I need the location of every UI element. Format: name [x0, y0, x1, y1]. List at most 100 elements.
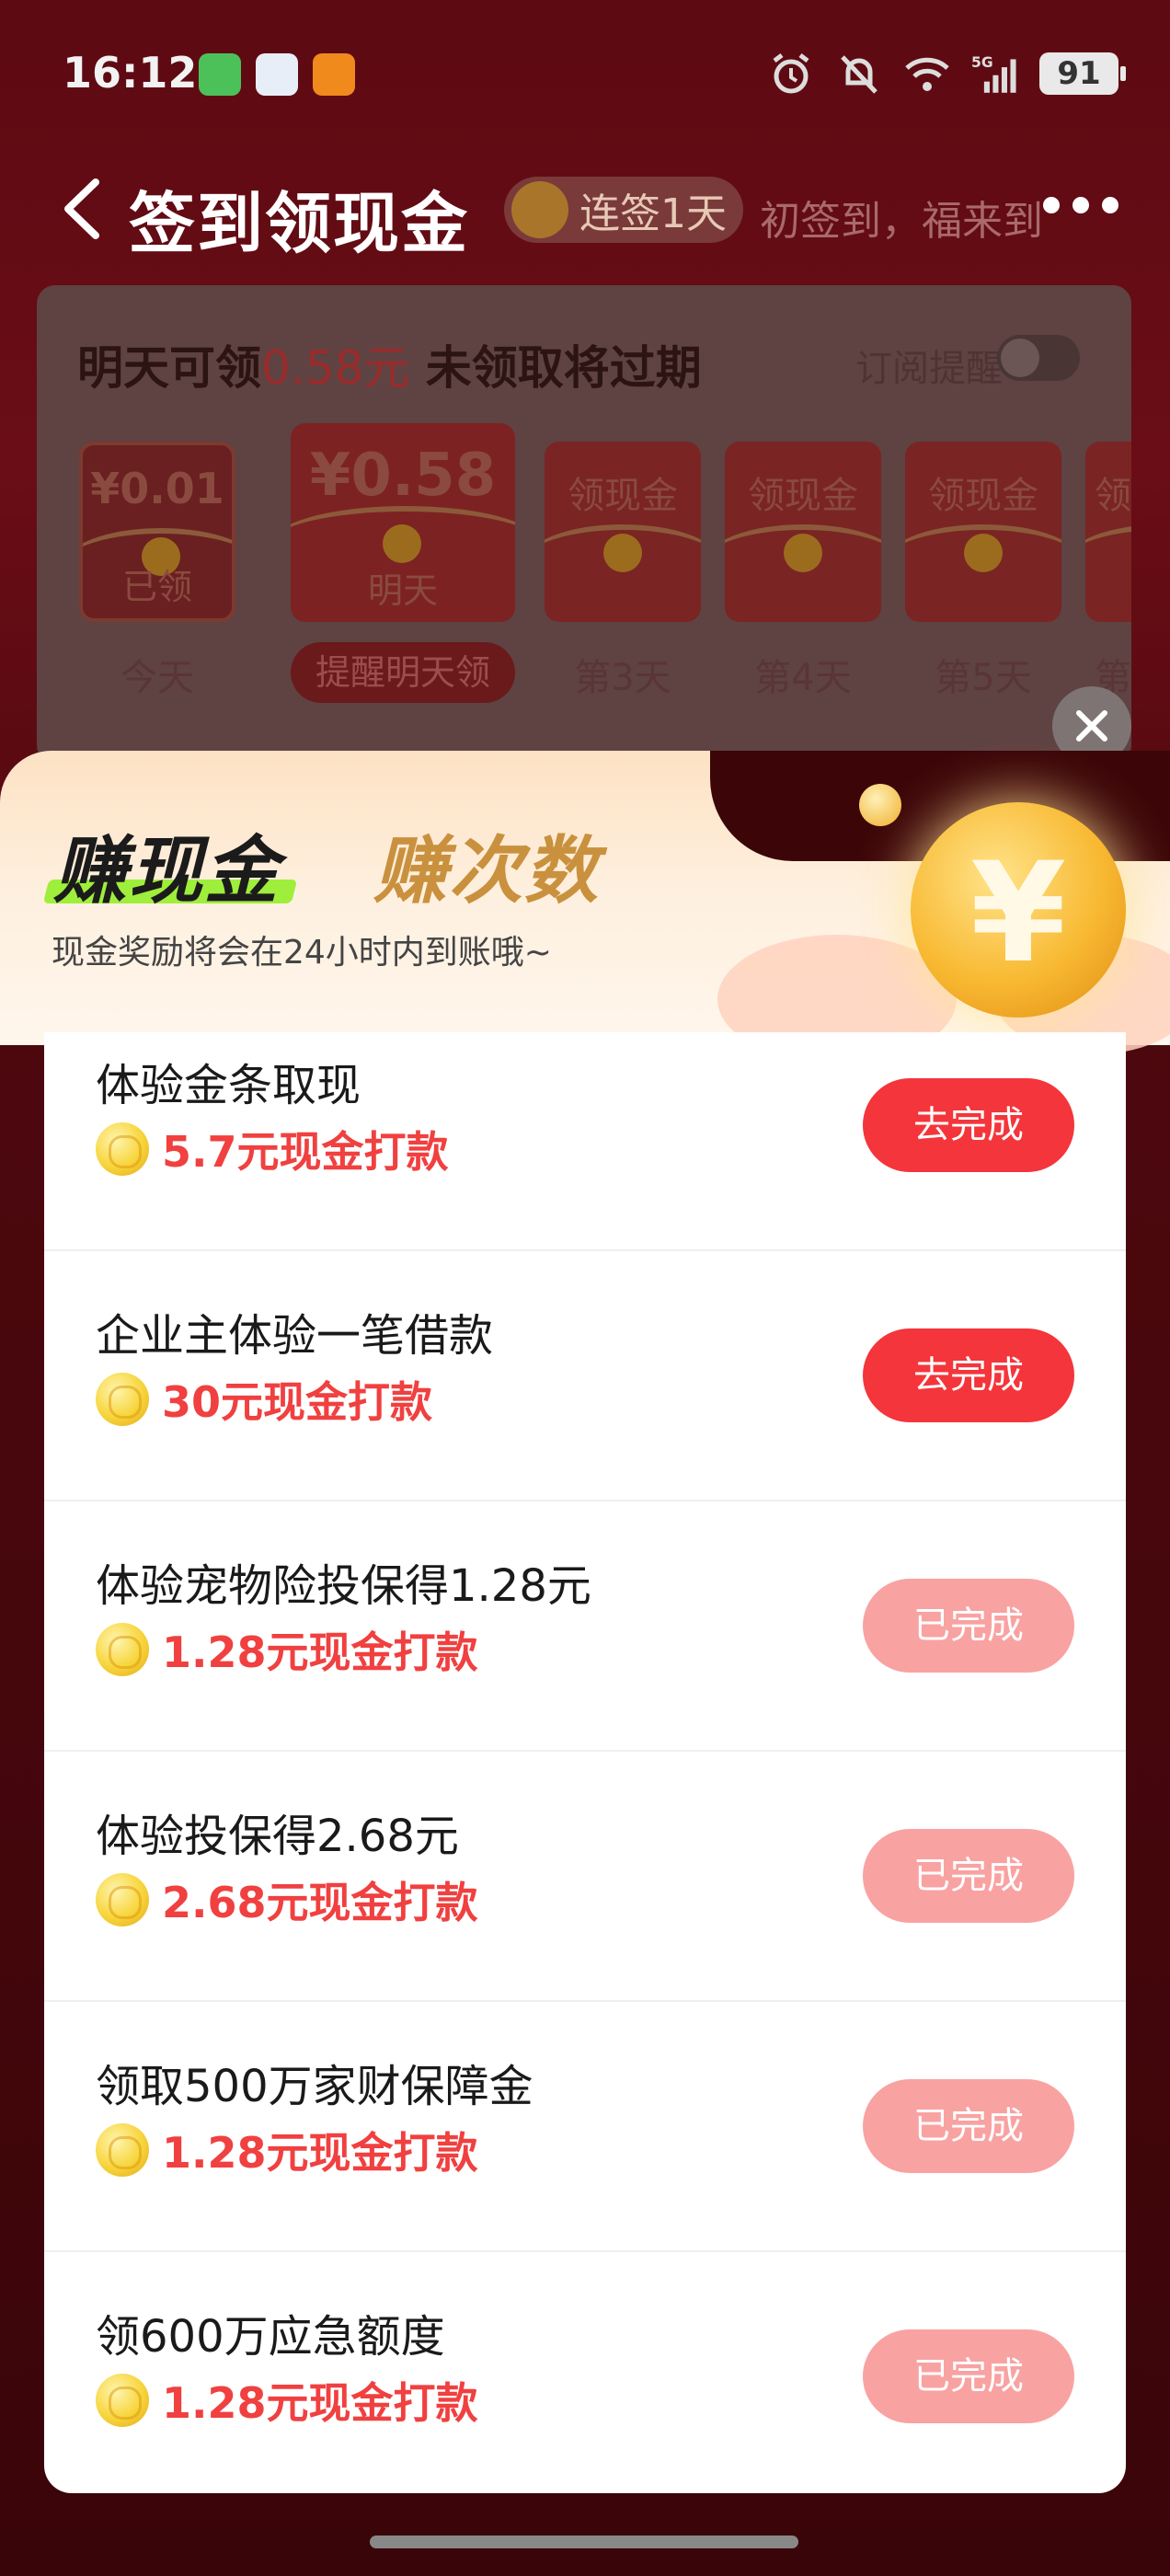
tab-earn-cash[interactable]: 赚现金 — [53, 811, 280, 918]
task-reward: 1.28元现金打款 — [96, 1619, 478, 1680]
reward-text: 1.28元现金打款 — [162, 2378, 478, 2428]
subscribe-reminder-toggle[interactable] — [997, 335, 1080, 381]
reward-text: 1.28元现金打款 — [162, 2128, 478, 2178]
streak-text: 连签1天 — [579, 190, 727, 237]
day-card-today[interactable]: ¥0.01 已领 今天 — [79, 414, 235, 701]
task-reward: 30元现金打款 — [96, 1369, 432, 1430]
red-envelope: ¥0.58 明天 — [291, 423, 515, 622]
status-bar: 16:12 5G 91 — [0, 0, 1170, 147]
task-row: 领取500万家财保障金 1.28元现金打款 已完成 — [44, 2002, 1126, 2252]
earn-cash-sheet: 赚现金 赚次数 现金奖励将会在24小时内到账哦~ ¥ 体验金条取现 5.7元现金… — [0, 751, 1170, 2576]
task-row: 体验投保得2.68元 2.68元现金打款 已完成 — [44, 1752, 1126, 2002]
task-title: 领600万应急额度 — [96, 2311, 445, 2363]
back-arrow-icon[interactable] — [55, 177, 110, 241]
task-reward: 1.28元现金打款 — [96, 2370, 478, 2431]
red-envelope: 领现金 — [725, 442, 881, 622]
headline-amount: 0.58元 — [261, 341, 410, 395]
finance-app-icon — [313, 53, 355, 96]
day-card-5[interactable]: 领现金 第5天 — [905, 414, 1061, 701]
day-label: 第3天 — [574, 657, 671, 699]
coin-icon — [96, 1373, 149, 1426]
battery-indicator: 91 — [1039, 52, 1126, 95]
tab-earn-times[interactable]: 赚次数 — [373, 811, 600, 918]
envelope-amount: ¥0.01 — [90, 464, 224, 513]
yen-coin-icon: ¥ — [911, 802, 1126, 1018]
streak-badge: 连签1天 — [504, 177, 743, 243]
coin-icon — [96, 1873, 149, 1926]
coin-icon — [784, 534, 822, 572]
headline-suffix: 未领取将过期 — [425, 341, 702, 395]
red-envelope: 领现金 — [905, 442, 1061, 622]
reward-text: 5.7元现金打款 — [162, 1127, 449, 1177]
day-card-6[interactable]: 领 第 — [1085, 414, 1131, 701]
messages-app-icon — [199, 53, 241, 96]
wifi-icon — [905, 57, 949, 91]
browser-app-icon — [256, 53, 298, 96]
task-title: 领取500万家财保障金 — [96, 2061, 533, 2112]
red-envelope: ¥0.01 已领 — [79, 442, 235, 622]
task-title: 体验宠物险投保得1.28元 — [96, 1560, 591, 1612]
envelope-label: 领现金 — [568, 475, 678, 517]
task-reward: 2.68元现金打款 — [96, 1869, 478, 1930]
status-icons: 5G 91 — [767, 46, 1126, 101]
reward-text: 2.68元现金打款 — [162, 1878, 478, 1927]
cellular-signal-icon: 5G — [971, 54, 1016, 93]
sheet-header: 赚现金 赚次数 现金奖励将会在24小时内到账哦~ ¥ — [0, 751, 1170, 1064]
day-label: 第5天 — [935, 657, 1032, 699]
task-title: 体验投保得2.68元 — [96, 1811, 459, 1862]
day-card-4[interactable]: 领现金 第4天 — [725, 414, 881, 701]
more-options-icon[interactable] — [1043, 197, 1118, 213]
page-title: 签到领现金 — [129, 185, 470, 262]
day-label: 今天 — [120, 657, 194, 699]
completed-button[interactable]: 已完成 — [863, 1829, 1074, 1923]
coin-icon — [96, 2123, 149, 2177]
headline-prefix: 明天可领 — [77, 341, 261, 395]
reward-text: 1.28元现金打款 — [162, 1627, 478, 1677]
home-indicator[interactable] — [370, 2536, 798, 2548]
reward-arrival-note: 现金奖励将会在24小时内到账哦~ — [52, 934, 552, 972]
coin-icon — [603, 534, 642, 572]
nav-subtitle: 初签到，福来到 — [760, 198, 1043, 245]
remind-tomorrow-button[interactable]: 提醒明天领 — [291, 642, 515, 703]
small-coin-icon — [859, 784, 901, 826]
red-envelope: 领现金 — [545, 442, 701, 622]
envelope-status: 已领 — [121, 567, 192, 607]
nav-bar: 签到领现金 连签1天 初签到，福来到 — [0, 156, 1170, 262]
task-title: 体验金条取现 — [96, 1060, 361, 1111]
svg-text:5G: 5G — [971, 54, 993, 71]
completed-button[interactable]: 已完成 — [863, 2079, 1074, 2173]
sign-in-days-row: ¥0.01 已领 今天 ¥0.58 明天 提醒明天领 领现金 第3天 领现金 第… — [74, 414, 1131, 745]
envelope-amount: ¥0.58 — [309, 442, 497, 510]
go-complete-button[interactable]: 去完成 — [863, 1078, 1074, 1172]
sign-in-card: 明天可领0.58元 未领取将过期 订阅提醒 ¥0.01 已领 今天 ¥0.58 … — [37, 285, 1131, 764]
task-row: 体验金条取现 5.7元现金打款 去完成 — [44, 1032, 1126, 1251]
envelope-status: 明天 — [367, 570, 438, 611]
completed-button[interactable]: 已完成 — [863, 2329, 1074, 2423]
coin-icon — [383, 524, 421, 563]
task-reward: 1.28元现金打款 — [96, 2120, 478, 2180]
mute-bell-icon — [841, 55, 878, 94]
task-title: 企业主体验一笔借款 — [96, 1310, 494, 1362]
close-icon — [1076, 710, 1107, 742]
coin-icon — [964, 534, 1003, 572]
coin-icon — [96, 2374, 149, 2427]
day-label: 第4天 — [754, 657, 852, 699]
subscribe-reminder-label: 订阅提醒 — [855, 348, 1003, 390]
red-envelope: 领 — [1085, 442, 1131, 622]
day-card-tomorrow[interactable]: ¥0.58 明天 提醒明天领 — [291, 414, 515, 703]
envelope-label: 领现金 — [748, 475, 858, 517]
task-row: 领600万应急额度 1.28元现金打款 已完成 — [44, 2252, 1126, 2493]
alarm-icon — [773, 53, 809, 94]
go-complete-button[interactable]: 去完成 — [863, 1328, 1074, 1422]
completed-button[interactable]: 已完成 — [863, 1579, 1074, 1673]
streak-icon — [511, 181, 568, 238]
envelope-label: 领 — [1095, 475, 1131, 517]
task-row: 企业主体验一笔借款 30元现金打款 去完成 — [44, 1251, 1126, 1501]
day-card-3[interactable]: 领现金 第3天 — [545, 414, 701, 701]
task-row: 体验宠物险投保得1.28元 1.28元现金打款 已完成 — [44, 1501, 1126, 1752]
envelope-label: 领现金 — [928, 475, 1038, 517]
coin-icon — [96, 1623, 149, 1676]
sign-in-headline: 明天可领0.58元 未领取将过期 — [77, 331, 702, 397]
reward-text: 30元现金打款 — [162, 1377, 433, 1427]
task-list: 体验金条取现 5.7元现金打款 去完成 企业主体验一笔借款 30元现金打款 去完… — [44, 1032, 1126, 2493]
